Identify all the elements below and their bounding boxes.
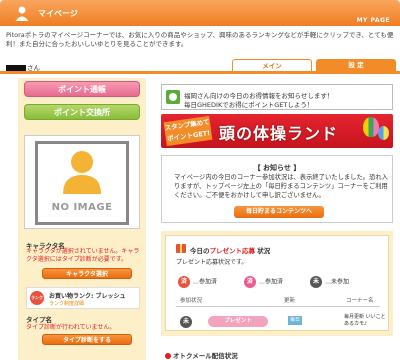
legend-item: 未 …未参加 — [310, 276, 349, 288]
info-icon — [166, 90, 180, 104]
point-exchange-button[interactable]: ポイント交換所 — [24, 104, 140, 120]
mail-status-heading: オトクメール配信状況 — [165, 350, 238, 360]
present-panel: 今日のプレゼント応募 状況 プレゼント応募状況です。 済 …参加済 済 …参加済 未… — [165, 235, 389, 331]
intro-text: Pitoraポトラのマイページコーナーでは、お気に入りの商品やショップ、興味のあ… — [6, 31, 394, 48]
shopping-rank-box: ランク お買い物ランク: ブレッシュ ランク制度詳細 — [26, 287, 140, 309]
legend-label: …参加済 — [259, 278, 284, 286]
tab-main[interactable]: メイン — [232, 59, 312, 71]
legend-label: …未参加 — [325, 278, 350, 286]
point-history-button[interactable]: ポイント通帳 — [24, 81, 140, 97]
character-note: キャラクタが選択されていません。キャラクタ選択にはタイプ診断が必要です。 — [26, 248, 140, 263]
page-header: マイページ MY PAGE — [0, 0, 400, 26]
tab-underline — [0, 71, 400, 74]
legend-label: …参加済 — [193, 278, 218, 286]
update-badge: 毎日 — [288, 316, 302, 325]
info-banner[interactable]: 福岡さん向けの今日のお得情報をお知らせします！ 毎日GHEDIKでお得にポイント… — [161, 84, 393, 110]
present-section: 今日のプレゼント応募 状況 プレゼント応募状況です。 済 …参加済 済 …参加済 未… — [161, 231, 393, 336]
status-pending-icon: 未 — [310, 276, 322, 288]
table-row: 未 — [180, 316, 195, 328]
table-divider — [176, 306, 380, 307]
brain-game-title: 頭の体操ランド — [219, 124, 339, 143]
avatar-frame: NO IMAGE — [35, 141, 129, 225]
left-sidebar: ポイント通帳 ポイント交換所 NO IMAGE キャラクタ名 キャラクタが選択さ… — [18, 78, 146, 360]
notice-body: マイページ内の今日のコーナー参加状況は、表示終了いたしました。恐れ入りますが、ト… — [174, 174, 388, 199]
column-header-update: 更新 — [284, 298, 296, 304]
brain-game-banner[interactable]: スタンプ集めてポイントGET! 頭の体操ランド — [161, 114, 393, 148]
mypage-label: MY PAGE — [356, 17, 390, 24]
type-note: タイプ診断が行われていません。 — [26, 324, 116, 331]
bullet-icon — [165, 353, 171, 359]
notice-box: 【 お知らせ 】 マイページ内の今日のコーナー参加状況は、表示終了いたしました。… — [161, 155, 393, 223]
daily-contents-button[interactable]: 毎日貯まるコンテンツへ — [234, 206, 324, 218]
status-pending-icon: 未 — [180, 316, 192, 328]
balloon-icon — [363, 117, 379, 137]
rank-title: お買い物ランク: ブレッシュ — [49, 293, 126, 300]
character-select-button[interactable]: キャラクタ選択 — [42, 268, 132, 279]
type-diagnosis-button[interactable]: タイプ診断をする — [42, 334, 132, 345]
info-banner-line2: 毎日GHEDIKでお得にポイントGETしよう！ — [184, 101, 314, 109]
column-header-corner: コーナー名 — [346, 298, 374, 304]
person-icon — [15, 6, 29, 21]
legend-item: 済 …参加済 — [244, 276, 283, 288]
corner-name[interactable]: 毎月更新 いいことあるカモ♪ — [344, 314, 388, 328]
present-subtitle: プレゼント応募状況です。 — [176, 259, 248, 266]
status-done-icon: 済 — [178, 276, 190, 288]
status-done-icon: 済 — [244, 276, 256, 288]
avatar-placeholder-icon — [63, 151, 101, 194]
gift-icon — [176, 244, 186, 253]
avatar: NO IMAGE — [24, 135, 140, 229]
present-title-prefix: 今日の — [190, 247, 210, 255]
present-button[interactable]: プレゼント — [208, 316, 268, 327]
notice-title: 【 お知らせ 】 — [253, 164, 301, 172]
tab-settings[interactable]: 設 定 — [316, 59, 396, 71]
column-header-status: 参加状況 — [180, 298, 203, 304]
mail-status-label: オトクメール配信状況 — [173, 352, 238, 360]
legend-item: 済 …参加済 — [178, 276, 217, 288]
no-image-label: NO IMAGE — [51, 202, 113, 213]
rank-icon: ランク — [30, 291, 44, 305]
present-title: 今日のプレゼント応募 状況 — [190, 245, 270, 255]
page-title: マイページ — [38, 9, 78, 18]
present-title-highlight: プレゼント応募 — [209, 247, 256, 255]
balloon-small-icon — [378, 126, 389, 140]
user-greeting: さん — [6, 62, 186, 72]
present-title-suffix: 状況 — [257, 247, 271, 255]
rank-details-link[interactable]: ランク制度詳細 — [49, 300, 84, 307]
stamp-tag: スタンプ集めてポイントGET! — [163, 115, 213, 147]
